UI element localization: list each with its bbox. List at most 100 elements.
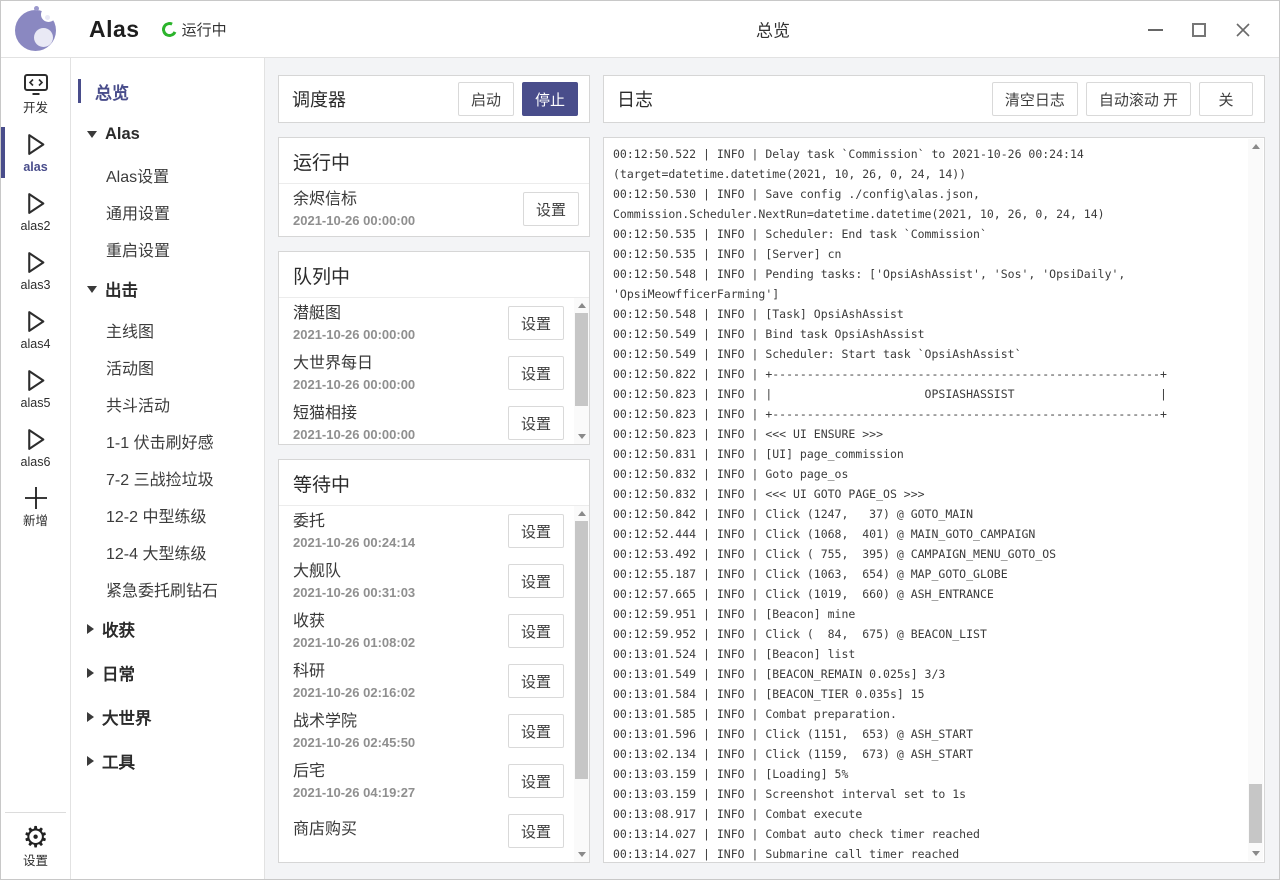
sidebar-item-alas6[interactable]: alas6 [1,418,70,477]
main-content: 调度器 启动 停止 运行中 余烬信标 2021-10-26 00:00:00 设… [265,58,1279,879]
task-name: 科研 [293,662,508,681]
close-button[interactable] [1221,10,1265,50]
task-settings-button[interactable]: 设置 [508,514,564,548]
task-info: 科研 2021-10-26 02:16:02 [293,662,508,700]
menu-sidebar: 总览 Alas Alas设置 通用设置 重启设置 出击 [71,58,265,879]
scroll-up-arrow[interactable] [1248,139,1263,154]
task-settings-button[interactable]: 设置 [508,664,564,698]
log-line: 00:12:59.952 | INFO | Click ( 84, 675) @… [613,624,1240,644]
app-body: 开发 alas alas2 alas3 [1,58,1279,879]
maximize-button[interactable] [1177,10,1221,50]
sidebar-item-alas4[interactable]: alas4 [1,300,70,359]
sidebar-item-alas5[interactable]: alas5 [1,359,70,418]
log-line: 00:13:14.027 | INFO | Submarine call tim… [613,844,1240,863]
plus-icon [22,485,50,511]
nav-item[interactable]: 重启设置 [71,230,264,267]
task-info: 委托 2021-10-26 00:24:14 [293,512,508,550]
task-info: 后宅 2021-10-26 04:19:27 [293,762,508,800]
scroll-up-arrow[interactable] [574,506,589,521]
log-panel: 00:12:50.522 | INFO | Delay task `Commis… [603,137,1265,863]
scroll-up-arrow[interactable] [574,298,589,313]
autoscroll-on-button[interactable]: 自动滚动 开 [1086,82,1191,116]
add-instance-button[interactable]: 新增 [1,477,70,536]
task-row: 余烬信标 2021-10-26 00:00:00 设置 [279,184,589,234]
minimize-button[interactable] [1133,10,1177,50]
log-line: 00:12:50.832 | INFO | <<< UI GOTO PAGE_O… [613,484,1240,504]
queued-scrollbar[interactable] [574,298,589,444]
log-line: 00:12:50.530 | INFO | Save config ./conf… [613,184,1240,204]
task-info: 余烬信标 2021-10-26 00:00:00 [293,190,523,228]
log-scrollbar[interactable] [1248,139,1263,861]
task-settings-button[interactable]: 设置 [508,814,564,848]
nav-item[interactable]: 主线图 [71,311,264,348]
task-row: 大舰队 2021-10-26 00:31:03 设置 [279,556,574,606]
scroll-thumb[interactable] [575,313,588,406]
task-name: 收获 [293,612,508,631]
sidebar-item-dev[interactable]: 开发 [1,64,70,123]
task-settings-button[interactable]: 设置 [508,564,564,598]
nav-group-sortie-children: 主线图 活动图 共斗活动 1-1 伏击刷好感 7-2 三战捡垃圾 12-2 中型… [71,311,264,607]
task-settings-button[interactable]: 设置 [508,406,564,440]
task-settings-button[interactable]: 设置 [508,306,564,340]
nav-group-label: Alas [105,125,140,144]
nav-item[interactable]: 1-1 伏击刷好感 [71,422,264,459]
scheduler-panel: 调度器 启动 停止 [278,75,590,123]
nav-item[interactable]: 12-2 中型练级 [71,496,264,533]
play-icon [22,131,50,157]
log-line: 00:13:08.917 | INFO | Combat execute [613,804,1240,824]
log-line: 00:12:53.492 | INFO | Click ( 755, 395) … [613,544,1240,564]
log-line: 00:13:03.159 | INFO | Screenshot interva… [613,784,1240,804]
sidebar-item-alas2[interactable]: alas2 [1,182,70,241]
clear-log-button[interactable]: 清空日志 [992,82,1078,116]
nav-item[interactable]: Alas设置 [71,156,264,193]
scroll-down-arrow[interactable] [574,847,589,862]
task-row: 潜艇图 2021-10-26 00:00:00 设置 [279,298,574,348]
chevron-down-icon [87,131,97,138]
task-settings-button[interactable]: 设置 [508,714,564,748]
nav-item[interactable]: 通用设置 [71,193,264,230]
log-line: 00:12:50.535 | INFO | Scheduler: End tas… [613,224,1240,244]
nav-group-sortie[interactable]: 出击 [71,267,264,311]
log-line: 00:12:50.831 | INFO | [UI] page_commissi… [613,444,1240,464]
sidebar-item-label: alas3 [21,278,51,292]
settings-button[interactable]: ⚙ 设置 [1,813,70,879]
nav-item[interactable]: 紧急委托刷钻石 [71,570,264,607]
nav-item[interactable]: 12-4 大型练级 [71,533,264,570]
task-info: 大舰队 2021-10-26 00:31:03 [293,562,508,600]
nav-group-tools[interactable]: 工具 [71,739,264,783]
sidebar-item-label: 开发 [23,101,48,115]
nav-item[interactable]: 活动图 [71,348,264,385]
nav-group-reward[interactable]: 收获 [71,607,264,651]
task-settings-button[interactable]: 设置 [508,764,564,798]
nav-item-overview[interactable]: 总览 [71,70,264,112]
waiting-scrollbar[interactable] [574,506,589,862]
stop-button[interactable]: 停止 [522,82,578,116]
sidebar-item-alas3[interactable]: alas3 [1,241,70,300]
task-time: 2021-10-26 00:31:03 [293,585,508,600]
nav-group-daily[interactable]: 日常 [71,651,264,695]
nav-group-alas[interactable]: Alas [71,112,264,156]
task-settings-button[interactable]: 设置 [508,614,564,648]
log-line: 00:12:50.535 | INFO | [Server] cn [613,244,1240,264]
sidebar-item-label: alas6 [21,455,51,469]
start-button[interactable]: 启动 [458,82,514,116]
scroll-down-arrow[interactable] [574,429,589,444]
nav-item[interactable]: 7-2 三战捡垃圾 [71,459,264,496]
task-time: 2021-10-26 00:00:00 [293,213,523,228]
log-header-panel: 日志 清空日志 自动滚动 开 关 [603,75,1265,123]
task-time: 2021-10-26 00:00:00 [293,377,508,392]
log-line: 00:12:52.444 | INFO | Click (1068, 401) … [613,524,1240,544]
instance-sidebar: 开发 alas alas2 alas3 [1,58,71,879]
scroll-thumb[interactable] [575,521,588,779]
task-settings-button[interactable]: 设置 [523,192,579,226]
running-panel: 运行中 余烬信标 2021-10-26 00:00:00 设置 [278,137,590,237]
task-settings-button[interactable]: 设置 [508,356,564,390]
sidebar-item-alas[interactable]: alas [1,123,70,182]
nav-group-opsi[interactable]: 大世界 [71,695,264,739]
nav-item[interactable]: 共斗活动 [71,385,264,422]
task-name: 大世界每日 [293,354,508,373]
dev-monitor-icon [22,72,50,98]
scroll-thumb[interactable] [1249,784,1262,843]
scroll-down-arrow[interactable] [1248,846,1263,861]
autoscroll-off-button[interactable]: 关 [1199,82,1253,116]
